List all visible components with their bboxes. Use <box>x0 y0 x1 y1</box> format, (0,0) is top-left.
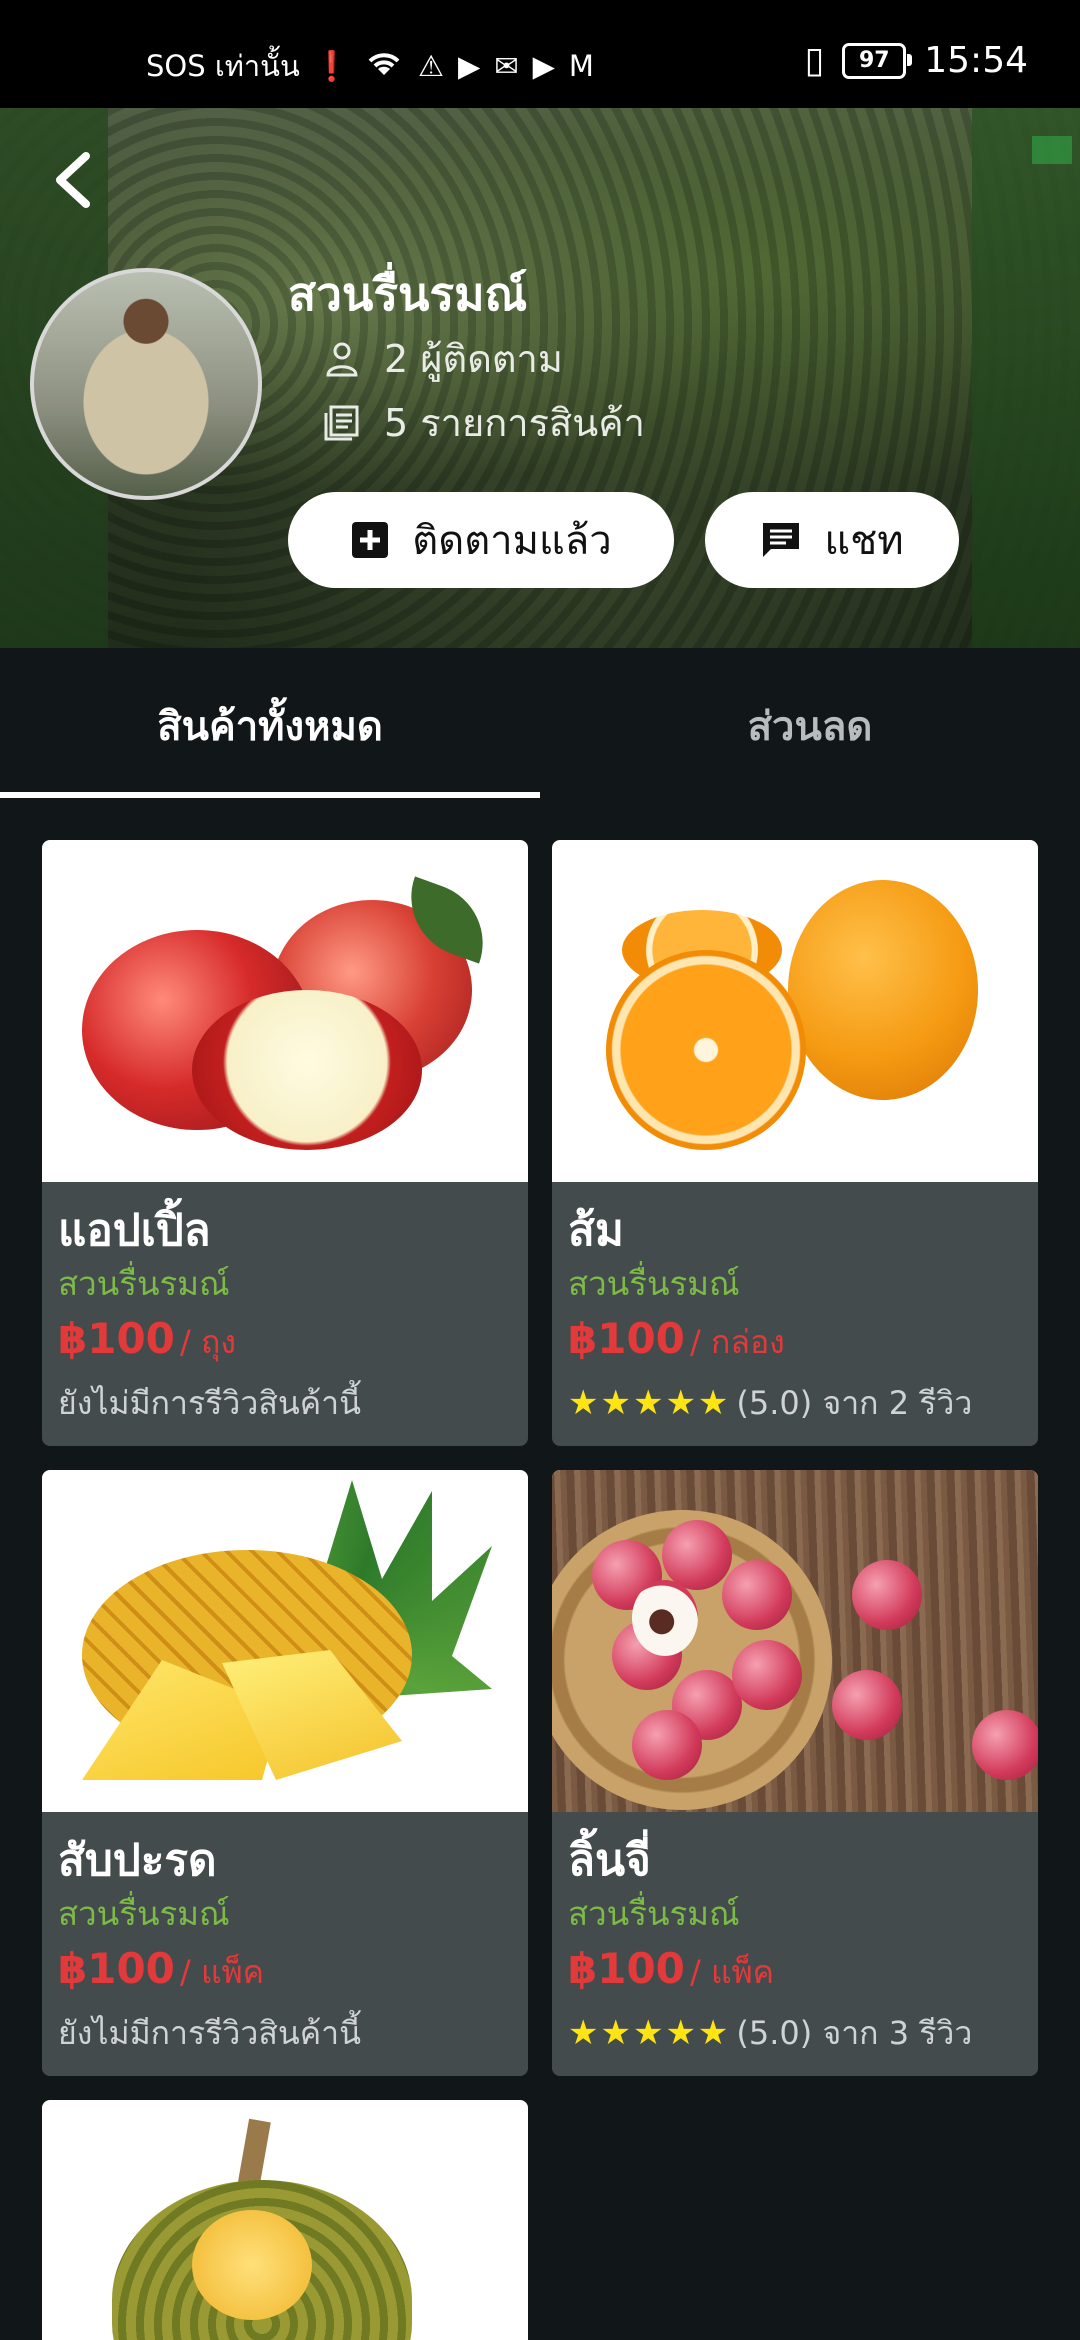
product-rating: ★★★★★ (5.0) จาก 2 รีวิว <box>568 1379 1022 1427</box>
wifi-icon <box>364 47 404 86</box>
plus-square-icon <box>352 522 389 558</box>
carrier-text: SOS เท่านั้น <box>146 49 300 83</box>
product-name: สับปะรด <box>58 1835 217 1886</box>
product-card[interactable] <box>42 2100 528 2340</box>
product-shop: สวนรื่นรมณ์ <box>568 1894 740 1933</box>
products-count: 5 รายการสินค้า <box>384 401 645 445</box>
product-image-lychee <box>552 1470 1038 1812</box>
person-icon <box>322 339 362 379</box>
shop-avatar[interactable] <box>30 268 262 500</box>
youtube-icon-2: ▶ <box>532 49 555 83</box>
warning-icon: ⚠ <box>417 49 444 83</box>
price-amount: ฿100 <box>568 1314 685 1363</box>
price-amount: ฿100 <box>58 1944 175 1993</box>
rating-value: (5.0) <box>736 1384 813 1422</box>
price-unit: / แพ็ค <box>180 1953 265 1991</box>
product-image-apple <box>42 840 528 1182</box>
product-review: ยังไม่มีการรีวิวสินค้านี้ <box>58 2014 361 2052</box>
star-icon: ★★★★★ <box>568 1383 731 1423</box>
rating-value: (5.0) <box>736 2014 813 2052</box>
shop-name: สวนรื่นรมณ์ <box>288 267 528 321</box>
followers-stat: 2 ผู้ติดตาม <box>322 328 563 389</box>
product-card[interactable]: แอปเปิ้ล สวนรื่นรมณ์ ฿100 / ถุง ยังไม่มี… <box>42 840 528 1446</box>
tab-all-products[interactable]: สินค้าทั้งหมด <box>0 654 540 798</box>
price-amount: ฿100 <box>58 1314 175 1363</box>
chat-label: แชท <box>824 518 904 564</box>
status-right: ▯ 97 15:54 <box>804 40 1028 81</box>
product-card[interactable]: ลิ้นจี่ สวนรื่นรมณ์ ฿100 / แพ็ค ★★★★★ (5… <box>552 1470 1038 2076</box>
price-unit: / กล่อง <box>690 1323 785 1361</box>
price-amount: ฿100 <box>568 1944 685 1993</box>
product-image-pineapple <box>42 1470 528 1812</box>
price-unit: / ถุง <box>180 1323 236 1361</box>
product-tabs: สินค้าทั้งหมด ส่วนลด <box>0 654 1080 798</box>
product-name: ส้ม <box>568 1205 624 1256</box>
status-bar: SOS เท่านั้น ❗ ⚠ ▶ ✉ ▶ M ▯ 97 15:54 <box>0 0 1080 108</box>
chat-button[interactable]: แชท <box>705 492 959 588</box>
product-review: ยังไม่มีการรีวิวสินค้านี้ <box>58 1384 361 1422</box>
product-rating: ★★★★★ (5.0) จาก 3 รีวิว <box>568 2009 1022 2057</box>
follow-label: ติดตามแล้ว <box>412 518 612 564</box>
back-icon <box>56 152 90 208</box>
youtube-icon: ▶ <box>457 49 481 83</box>
follow-button[interactable]: ติดตามแล้ว <box>288 492 674 588</box>
vibrate-icon: ▯ <box>804 40 825 81</box>
followers-count: 2 ผู้ติดตาม <box>384 337 563 381</box>
product-price: ฿100 / แพ็ค <box>568 1938 1022 2009</box>
product-shop: สวนรื่นรมณ์ <box>568 1264 740 1303</box>
product-name: ลิ้นจี่ <box>568 1835 651 1886</box>
shop-banner: สวนรื่นรมณ์ 2 ผู้ติดตาม 5 รายการสินค้า ต… <box>0 108 1080 648</box>
product-shop: สวนรื่นรมณ์ <box>58 1264 230 1303</box>
price-unit: / แพ็ค <box>690 1953 775 1991</box>
gmail-icon: M <box>568 49 594 83</box>
product-card[interactable]: สับปะรด สวนรื่นรมณ์ ฿100 / แพ็ค ยังไม่มี… <box>42 1470 528 2076</box>
star-icon: ★★★★★ <box>568 2013 731 2053</box>
product-shop: สวนรื่นรมณ์ <box>58 1894 230 1933</box>
tab-discount[interactable]: ส่วนลด <box>540 654 1080 798</box>
product-card[interactable]: ส้ม สวนรื่นรมณ์ ฿100 / กล่อง ★★★★★ (5.0)… <box>552 840 1038 1446</box>
product-image-orange <box>552 840 1038 1182</box>
battery-icon: 97 <box>842 42 913 79</box>
status-left: SOS เท่านั้น ❗ ⚠ ▶ ✉ ▶ M <box>146 44 594 88</box>
chat-icon <box>763 523 800 557</box>
clock: 15:54 <box>924 40 1028 81</box>
product-price: ฿100 / แพ็ค <box>58 1938 512 2009</box>
product-price: ฿100 / ถุง <box>58 1308 512 1379</box>
back-button[interactable] <box>44 144 104 216</box>
product-image-durian <box>42 2100 528 2340</box>
review-count: จาก 3 รีวิว <box>822 2014 973 2052</box>
product-name: แอปเปิ้ล <box>58 1205 211 1256</box>
mail-icon: ✉ <box>494 49 519 83</box>
products-stat: 5 รายการสินค้า <box>322 392 645 453</box>
list-icon <box>322 403 362 443</box>
product-price: ฿100 / กล่อง <box>568 1308 1022 1379</box>
alert-icon: ❗ <box>313 48 350 83</box>
banner-edge-right <box>972 108 1080 648</box>
review-count: จาก 2 รีวิว <box>822 1384 973 1422</box>
active-tab-indicator <box>0 792 540 798</box>
